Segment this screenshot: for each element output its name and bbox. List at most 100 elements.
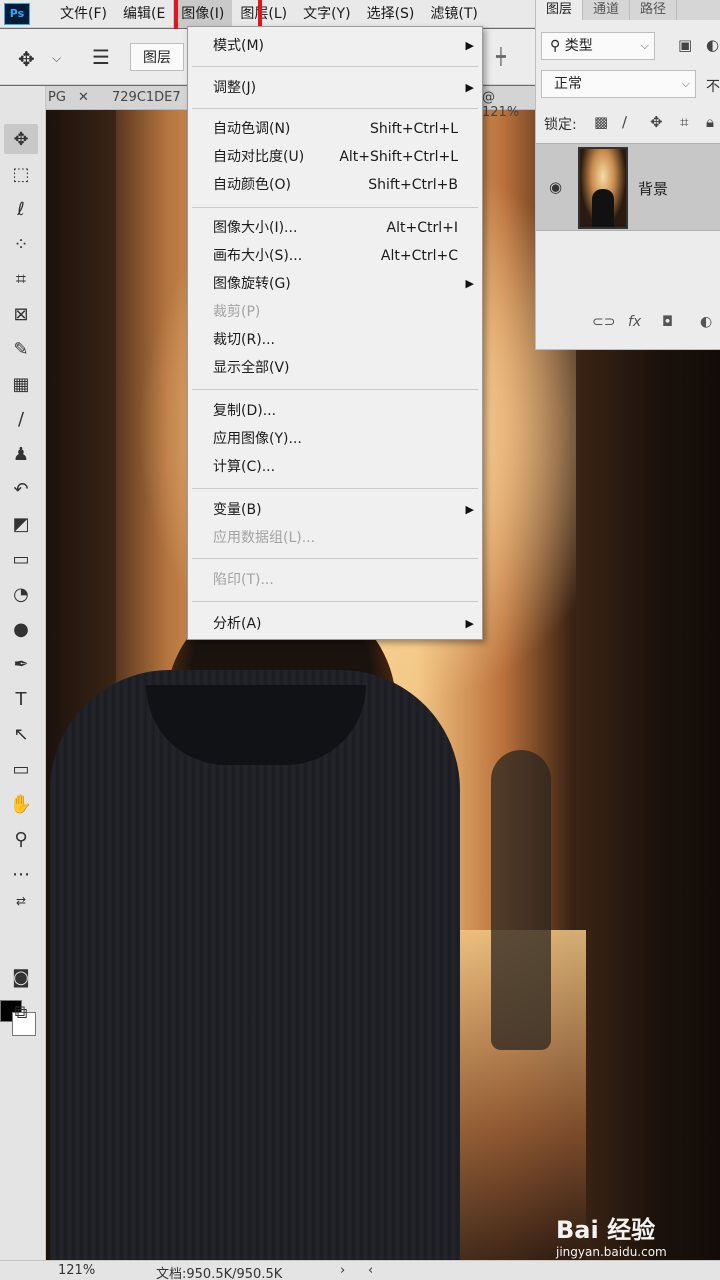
path-select-icon[interactable]: ↖ <box>4 719 38 749</box>
menu-separator <box>192 207 478 208</box>
menu-item-adjustments[interactable]: 调整(J) ▶ <box>188 75 482 101</box>
quick-mask-icon[interactable]: ◙ <box>4 962 38 992</box>
submenu-arrow-icon: ▶ <box>465 277 474 290</box>
background-figure <box>491 750 551 1050</box>
pen-icon[interactable]: ✒ <box>4 649 38 679</box>
eraser-icon[interactable]: ◩ <box>4 509 38 539</box>
zoom-icon[interactable]: ⚲ <box>4 824 38 854</box>
adjustment-layer-icon[interactable]: ◐ <box>700 314 712 330</box>
menu-item-apply-data-set: 应用数据组(L)... <box>213 530 316 546</box>
crop-icon[interactable]: ⌗ <box>4 264 38 294</box>
blur-icon[interactable]: ◔ <box>4 579 38 609</box>
menu-separator <box>192 488 478 489</box>
dodge-icon[interactable]: ● <box>4 614 38 644</box>
move-icon[interactable]: ✥ <box>4 124 38 154</box>
layer-name: 背景 <box>638 180 669 198</box>
menu-item-image-rotation[interactable]: 图像旋转(G) ▶ <box>188 271 482 297</box>
status-doc-info[interactable]: 文档:950.5K/950.5K <box>156 1263 282 1280</box>
layer-row-background[interactable]: ◉ 背景 <box>536 143 720 231</box>
eyedropper-icon[interactable]: ✎ <box>4 334 38 364</box>
menu-item-auto-contrast[interactable]: 自动对比度(U) Alt+Shift+Ctrl+L <box>188 144 482 170</box>
status-zoom[interactable]: 121% <box>58 1263 95 1278</box>
image-filter-icon[interactable]: ▣ <box>678 36 692 54</box>
menu-item-mode[interactable]: 模式(M) ▶ <box>188 33 482 59</box>
close-icon[interactable]: ✕ <box>78 90 89 105</box>
adjustment-filter-icon[interactable]: ◐ <box>706 36 719 54</box>
menu-type[interactable]: 文字(Y) <box>295 0 358 28</box>
menu-separator <box>192 558 478 559</box>
healing-brush-icon[interactable]: ▦ <box>4 369 38 399</box>
chevron-left-icon[interactable]: ‹ <box>368 1263 373 1278</box>
menu-separator <box>192 601 478 602</box>
lock-artboard-icon[interactable]: ⌗ <box>680 113 688 131</box>
add-mask-icon[interactable]: ◘ <box>662 314 673 330</box>
link-layers-icon[interactable]: ⊂⊃ <box>592 314 615 330</box>
tab-active-document[interactable]: 729C1DE7 <box>112 90 181 105</box>
blend-mode-value: 正常 <box>554 76 582 92</box>
frame-icon[interactable]: ⊠ <box>4 299 38 329</box>
layer-kind-filter[interactable]: ⚲ 类型 ⌵ <box>541 32 655 60</box>
panel-tabs: 图层 通道 路径 <box>536 0 720 20</box>
blend-mode-select[interactable]: 正常 ⌵ <box>541 70 696 98</box>
submenu-arrow-icon: ▶ <box>465 503 474 516</box>
lock-position-icon[interactable]: ✥ <box>650 113 663 131</box>
status-bar: 121% 文档:950.5K/950.5K › ‹ <box>0 1260 720 1280</box>
chevron-right-icon[interactable]: › <box>340 1263 345 1278</box>
menu-file[interactable]: 文件(F) <box>52 0 115 28</box>
hand-icon[interactable]: ✋ <box>4 789 38 819</box>
menu-item-reveal-all[interactable]: 显示全部(V) <box>188 355 482 381</box>
menu-item-apply-image[interactable]: 应用图像(Y)... <box>188 426 482 452</box>
type-icon[interactable]: T <box>4 684 38 714</box>
menu-edit[interactable]: 编辑(E <box>115 0 173 28</box>
swap-colors-icon[interactable]: ⇄ <box>4 886 38 916</box>
menu-item-trim[interactable]: 裁切(R)... <box>188 327 482 353</box>
submenu-arrow-icon: ▶ <box>465 617 474 630</box>
menu-item-analysis[interactable]: 分析(A) ▶ <box>188 611 482 637</box>
menu-filter[interactable]: 滤镜(T) <box>422 0 485 28</box>
menu-item-calculations[interactable]: 计算(C)... <box>188 454 482 480</box>
quick-select-icon[interactable]: ⁘ <box>4 229 38 259</box>
tab-layers[interactable]: 图层 <box>536 0 584 20</box>
history-brush-icon[interactable]: ↶ <box>4 474 38 504</box>
fx-icon[interactable]: fx <box>628 314 641 330</box>
menu-item-canvas-size[interactable]: 画布大小(S)... Alt+Ctrl+C <box>188 243 482 269</box>
screen-mode-icon[interactable]: ⧉ <box>4 997 38 1027</box>
rectangle-icon[interactable]: ▭ <box>4 754 38 784</box>
more-tools-icon[interactable]: ⋯ <box>4 859 38 889</box>
tab-prev-document[interactable]: PG <box>48 90 66 105</box>
lock-pixels-icon[interactable]: ∕ <box>622 113 627 131</box>
auto-select-target[interactable]: 图层 <box>130 43 184 71</box>
gradient-icon[interactable]: ▭ <box>4 544 38 574</box>
right-pillar <box>576 340 720 1260</box>
menu-bar: Ps 文件(F) 编辑(E 图像(I) 图层(L) 文字(Y) 选择(S) 滤镜… <box>0 0 535 28</box>
tab-paths[interactable]: 路径 <box>630 0 678 20</box>
menu-select[interactable]: 选择(S) <box>359 0 423 28</box>
visibility-eye-icon[interactable]: ◉ <box>549 178 562 196</box>
brush-icon[interactable]: ∕ <box>4 404 38 434</box>
menu-item-variables[interactable]: 变量(B) ▶ <box>188 497 482 523</box>
auto-select-icon[interactable]: ☰ <box>92 45 110 69</box>
menu-item-image-size[interactable]: 图像大小(I)... Alt+Ctrl+I <box>188 215 482 241</box>
align-icon[interactable]: ┿ <box>496 47 506 66</box>
lock-all-icon[interactable]: 🔒︎ <box>706 113 714 131</box>
submenu-arrow-icon: ▶ <box>465 81 474 94</box>
lock-transparent-icon[interactable]: ▩ <box>594 113 608 131</box>
lasso-icon[interactable]: ℓ <box>4 194 38 224</box>
marquee-icon[interactable]: ⬚ <box>4 159 38 189</box>
opacity-label: 不 <box>706 79 720 95</box>
menu-item-auto-color[interactable]: 自动颜色(O) Shift+Ctrl+B <box>188 172 482 198</box>
tools-panel: ✥ ⬚ ℓ ⁘ ⌗ ⊠ ✎ ▦ ∕ ♟ ↶ ◩ ▭ ◔ ● ✒ T ↖ ▭ ✋ … <box>0 86 46 1260</box>
move-tool-icon[interactable]: ✥ <box>18 47 35 71</box>
tab-zoom-label: @ 121% <box>482 90 520 120</box>
menu-item-duplicate[interactable]: 复制(D)... <box>188 398 482 424</box>
clone-stamp-icon[interactable]: ♟ <box>4 439 38 469</box>
menu-separator <box>192 389 478 390</box>
tab-channels[interactable]: 通道 <box>583 0 631 20</box>
menu-item-auto-tone[interactable]: 自动色调(N) Shift+Ctrl+L <box>188 116 482 142</box>
kind-filter-value: 类型 <box>564 38 593 54</box>
menu-separator <box>192 66 478 67</box>
chevron-down-icon: ⌵ <box>681 77 690 90</box>
search-icon: ⚲ <box>550 38 565 54</box>
watermark-url: jingyan.baidu.com <box>556 1245 667 1259</box>
chevron-down-icon[interactable]: ⌵ <box>52 51 61 66</box>
